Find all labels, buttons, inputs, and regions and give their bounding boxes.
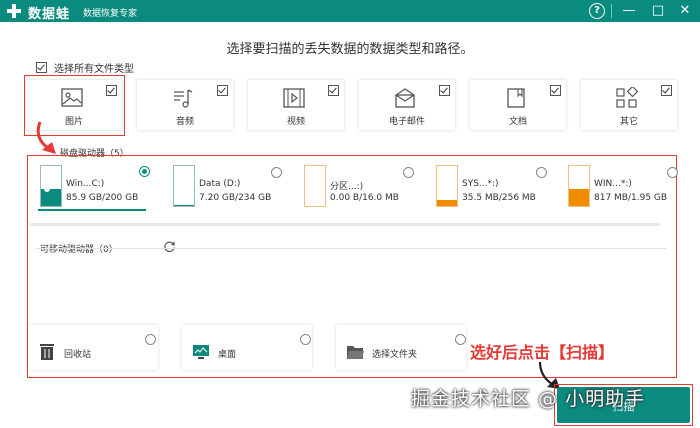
help-icon[interactable]: ? bbox=[589, 3, 605, 19]
drive-radio-sys[interactable] bbox=[536, 167, 547, 178]
type-card-other[interactable]: 其它 bbox=[581, 80, 677, 130]
drive-icon bbox=[436, 165, 458, 207]
title-bar: 数据蛙 数据恢复专家 ? — □ ✕ bbox=[0, 0, 700, 22]
drive-size: 7.20 GB/234 GB bbox=[199, 193, 272, 203]
type-card-audio[interactable]: 音频 bbox=[137, 80, 233, 130]
drive-icon bbox=[568, 165, 590, 207]
drive-size: 0.00 B/16.0 MB bbox=[330, 193, 399, 203]
drive-name: Win...C:) bbox=[66, 179, 105, 189]
video-icon bbox=[283, 88, 305, 108]
minimize-button[interactable]: — bbox=[620, 2, 638, 20]
location-label: 选择文件夹 bbox=[372, 350, 418, 360]
drive-name: 分区...:) bbox=[330, 182, 364, 192]
titlebar-divider bbox=[611, 4, 612, 18]
drive-name: Data (D:) bbox=[199, 179, 241, 189]
location-radio-desktop[interactable] bbox=[300, 334, 311, 345]
type-checkbox-document[interactable] bbox=[550, 85, 561, 96]
drive-usage-fill bbox=[569, 189, 589, 206]
select-all-checkbox[interactable]: 选择所有文件类型 bbox=[36, 60, 134, 75]
app-subtitle: 数据恢复专家 bbox=[83, 9, 138, 19]
type-checkbox-email[interactable] bbox=[439, 85, 450, 96]
drive-radio-win[interactable] bbox=[667, 167, 678, 178]
location-radio-folder[interactable] bbox=[455, 334, 466, 345]
app-logo-icon bbox=[7, 4, 21, 18]
other-icon bbox=[616, 87, 639, 108]
maximize-button[interactable]: □ bbox=[649, 2, 667, 20]
drives-scrollbar[interactable] bbox=[30, 223, 660, 226]
drive-icon bbox=[304, 165, 326, 207]
select-all-label: 选择所有文件类型 bbox=[54, 64, 134, 75]
type-card-video[interactable]: 视频 bbox=[248, 80, 344, 130]
drive-name: WIN...*:) bbox=[594, 179, 632, 189]
type-checkbox-video[interactable] bbox=[328, 85, 339, 96]
checkbox-checked-icon[interactable] bbox=[36, 62, 47, 73]
mail-icon bbox=[395, 88, 415, 108]
drive-size: 85.9 GB/200 GB bbox=[66, 193, 139, 203]
type-card-email[interactable]: 电子邮件 bbox=[359, 80, 455, 130]
type-label-email: 电子邮件 bbox=[388, 117, 425, 127]
type-label-audio: 音频 bbox=[175, 117, 194, 127]
drive-icon bbox=[40, 165, 62, 207]
watermark-text: 掘金技术社区 @ 小明助手 bbox=[411, 388, 646, 410]
type-label-document: 文档 bbox=[508, 117, 527, 127]
location-label: 回收站 bbox=[64, 350, 92, 360]
drive-size: 817 MB/1.95 GB bbox=[594, 193, 668, 203]
location-choose-folder[interactable]: 选择文件夹 bbox=[336, 325, 466, 370]
close-button[interactable]: ✕ bbox=[676, 2, 694, 20]
type-label-other: 其它 bbox=[619, 117, 638, 127]
app-name: 数据蛙 bbox=[28, 7, 71, 22]
drive-icon bbox=[173, 165, 195, 207]
location-radio-recycle-bin[interactable] bbox=[145, 334, 156, 345]
refresh-icon[interactable] bbox=[163, 240, 176, 253]
removable-divider bbox=[36, 248, 666, 249]
desktop-icon bbox=[193, 345, 209, 359]
type-card-document[interactable]: 文档 bbox=[470, 80, 566, 130]
trash-icon bbox=[40, 344, 54, 360]
drive-usage-fill bbox=[41, 188, 61, 206]
drive-usage-fill bbox=[437, 200, 457, 206]
type-label-video: 视频 bbox=[286, 117, 305, 127]
drive-radio-d[interactable] bbox=[271, 167, 282, 178]
drive-name: SYS...*:) bbox=[462, 179, 499, 189]
drive-size: 35.5 MB/256 MB bbox=[462, 193, 536, 203]
location-desktop[interactable]: 桌面 bbox=[182, 325, 312, 370]
page-heading: 选择要扫描的丢失数据的数据类型和路径。 bbox=[226, 42, 474, 57]
music-icon bbox=[174, 89, 193, 108]
drive-radio-partition[interactable] bbox=[403, 167, 414, 178]
location-label: 桌面 bbox=[218, 350, 237, 360]
location-recycle-bin[interactable]: 回收站 bbox=[28, 325, 158, 370]
type-checkbox-audio[interactable] bbox=[217, 85, 228, 96]
drive-radio-c[interactable] bbox=[139, 166, 150, 177]
folder-icon bbox=[347, 346, 364, 359]
document-icon bbox=[507, 88, 525, 108]
type-checkbox-other[interactable] bbox=[661, 85, 672, 96]
selected-drive-underline bbox=[38, 209, 146, 211]
drive-usage-fill bbox=[174, 204, 194, 206]
